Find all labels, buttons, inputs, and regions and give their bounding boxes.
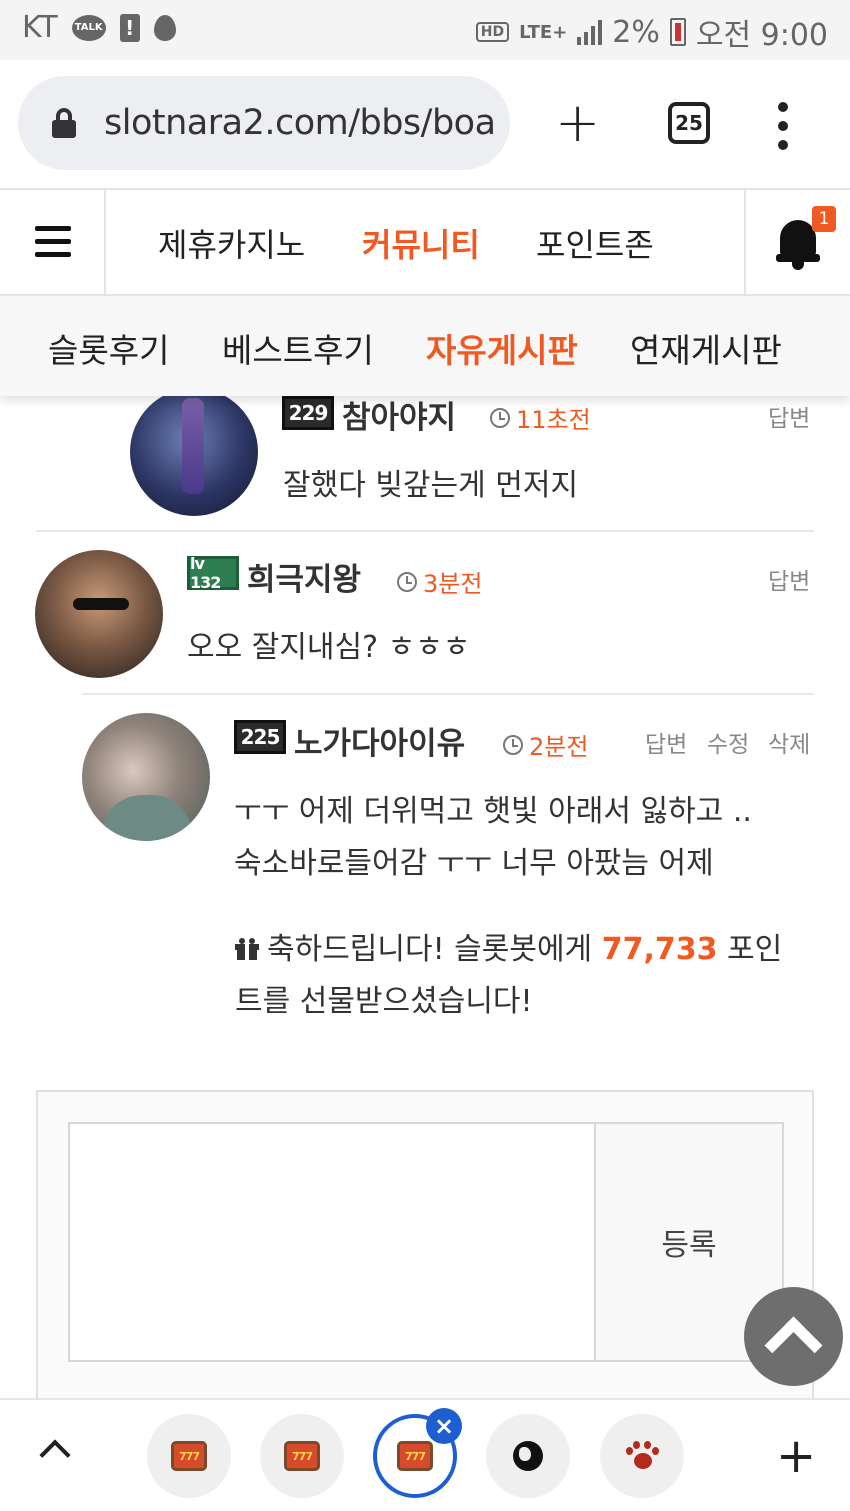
scroll-to-top-button[interactable] (744, 1287, 843, 1386)
alert-icon: ! (119, 13, 140, 42)
main-nav-tabs: 제휴카지노 커뮤니티 포인트존 (106, 190, 744, 294)
comment-time-text: 2분전 (529, 733, 589, 761)
paw-icon (624, 1441, 660, 1471)
subtab-free-board[interactable]: 자유게시판 (426, 324, 578, 372)
carrier-label: KT (22, 10, 58, 45)
comment-form: 등록 (36, 1090, 814, 1410)
reply-button[interactable]: 답변 (768, 562, 810, 596)
add-tab-button[interactable]: + (776, 1432, 816, 1480)
clock-time: 오전 9:00 (695, 18, 828, 53)
delete-button[interactable]: 삭제 (768, 725, 810, 759)
clock-icon (397, 571, 417, 592)
reply-button[interactable]: 답변 (645, 725, 687, 759)
subtab-best-review[interactable]: 베스트후기 (222, 324, 374, 372)
status-right: HD LTE+ 2% 오전 9:00 (475, 10, 828, 54)
notification-badge: 1 (812, 206, 836, 232)
comment-time: 11초전 (490, 400, 591, 435)
comment-time-text: 11초전 (516, 406, 591, 434)
url-text[interactable]: slotnara2.com/bbs/boa (104, 103, 496, 143)
gift-icon (235, 938, 259, 960)
tab-switcher-button[interactable]: 25 (668, 102, 710, 144)
subtab-serial-board[interactable]: 연재게시판 (630, 324, 782, 372)
tab-bubble[interactable] (600, 1414, 684, 1498)
gift-text-before: 축하드립니다! 슬롯봇에게 (267, 932, 602, 967)
tab-bubble[interactable]: 777 (260, 1414, 344, 1498)
battery-icon (669, 18, 686, 46)
status-bar: KT TALK ! HD LTE+ 2% 오전 9:00 (0, 0, 850, 60)
clock-icon (490, 407, 510, 428)
hd-voice-icon: HD (475, 22, 510, 42)
lte-indicator: LTE+ (519, 21, 568, 43)
level-badge: lv 132 (187, 554, 239, 592)
drop-icon (153, 14, 176, 41)
comment-author[interactable]: 참아야지 (342, 396, 456, 437)
lock-icon (52, 108, 76, 138)
comment-author[interactable]: 노가다아이유 (294, 718, 465, 763)
tab-bubble[interactable] (486, 1414, 570, 1498)
hamburger-menu-icon[interactable] (0, 190, 106, 294)
close-tab-icon[interactable]: × (426, 1408, 462, 1444)
comment-author[interactable]: 희극지왕 (247, 554, 361, 599)
site-main-nav: 제휴카지노 커뮤니티 포인트존 1 (0, 188, 850, 296)
browser-toolbar: slotnara2.com/bbs/boa + 25 (0, 60, 850, 188)
comment-text-line: ㅜㅜ 어제 더위먹고 햇빛 아래서 잃하고 .. (234, 794, 752, 829)
slot-machine-icon: 777 (397, 1441, 433, 1471)
gift-points: 77,733 (601, 932, 718, 967)
comment-text: 잘했다 빚갚는게 먼저지 (283, 468, 579, 503)
comment-divider (82, 693, 814, 695)
new-tab-button[interactable]: + (555, 96, 600, 150)
chevron-up-icon[interactable] (39, 1439, 71, 1471)
edit-button[interactable]: 수정 (707, 725, 749, 759)
slot-machine-icon: 777 (284, 1441, 320, 1471)
nav-tab-point-zone[interactable]: 포인트존 (536, 220, 654, 266)
avatar[interactable] (35, 550, 163, 678)
clock-icon (503, 734, 523, 755)
battery-percent: 2% (612, 14, 660, 50)
comment-time: 2분전 (503, 727, 588, 762)
status-left: KT TALK ! (22, 10, 176, 45)
avatar[interactable] (82, 713, 210, 841)
tab-bubble[interactable]: 777 (147, 1414, 231, 1498)
slot-machine-icon: 777 (171, 1441, 207, 1471)
comment-text: 오오 잘지내심? ㅎㅎㅎ (187, 630, 471, 665)
signal-icon (577, 19, 603, 45)
address-bar[interactable]: slotnara2.com/bbs/boa (18, 76, 510, 170)
comment-time: 3분전 (397, 564, 482, 599)
browser-bottom-bar: 777 777 777 × + (0, 1398, 850, 1511)
comment-divider (36, 530, 814, 532)
overflow-menu-icon[interactable] (778, 102, 790, 150)
board-sub-nav: 슬롯후기 베스트후기 자유게시판 연재게시판 (0, 296, 850, 396)
nav-tab-community[interactable]: 커뮤니티 (362, 220, 480, 266)
nav-tab-partner-casino[interactable]: 제휴카지노 (158, 220, 305, 266)
point-gift-notice: 축하드립니다! 슬롯봇에게 77,733 포인트를 선물받으셨습니다! (235, 924, 795, 1028)
avatar[interactable] (130, 396, 258, 516)
comment-input[interactable] (68, 1122, 596, 1362)
comment-time-text: 3분전 (423, 570, 483, 598)
level-badge: 225 (234, 720, 286, 754)
level-badge: 229 (282, 396, 334, 430)
subtab-slot-review[interactable]: 슬롯후기 (48, 324, 169, 372)
globe-icon (513, 1441, 543, 1471)
notifications-button[interactable]: 1 (744, 190, 850, 294)
kakaotalk-icon: TALK (71, 14, 106, 41)
comment-text-line: 숙소바로들어감 ㅜㅜ 너무 아팠늠 어제 (234, 846, 714, 881)
bell-icon (776, 220, 820, 262)
bell-clapper (792, 262, 804, 270)
reply-button[interactable]: 답변 (768, 399, 810, 433)
